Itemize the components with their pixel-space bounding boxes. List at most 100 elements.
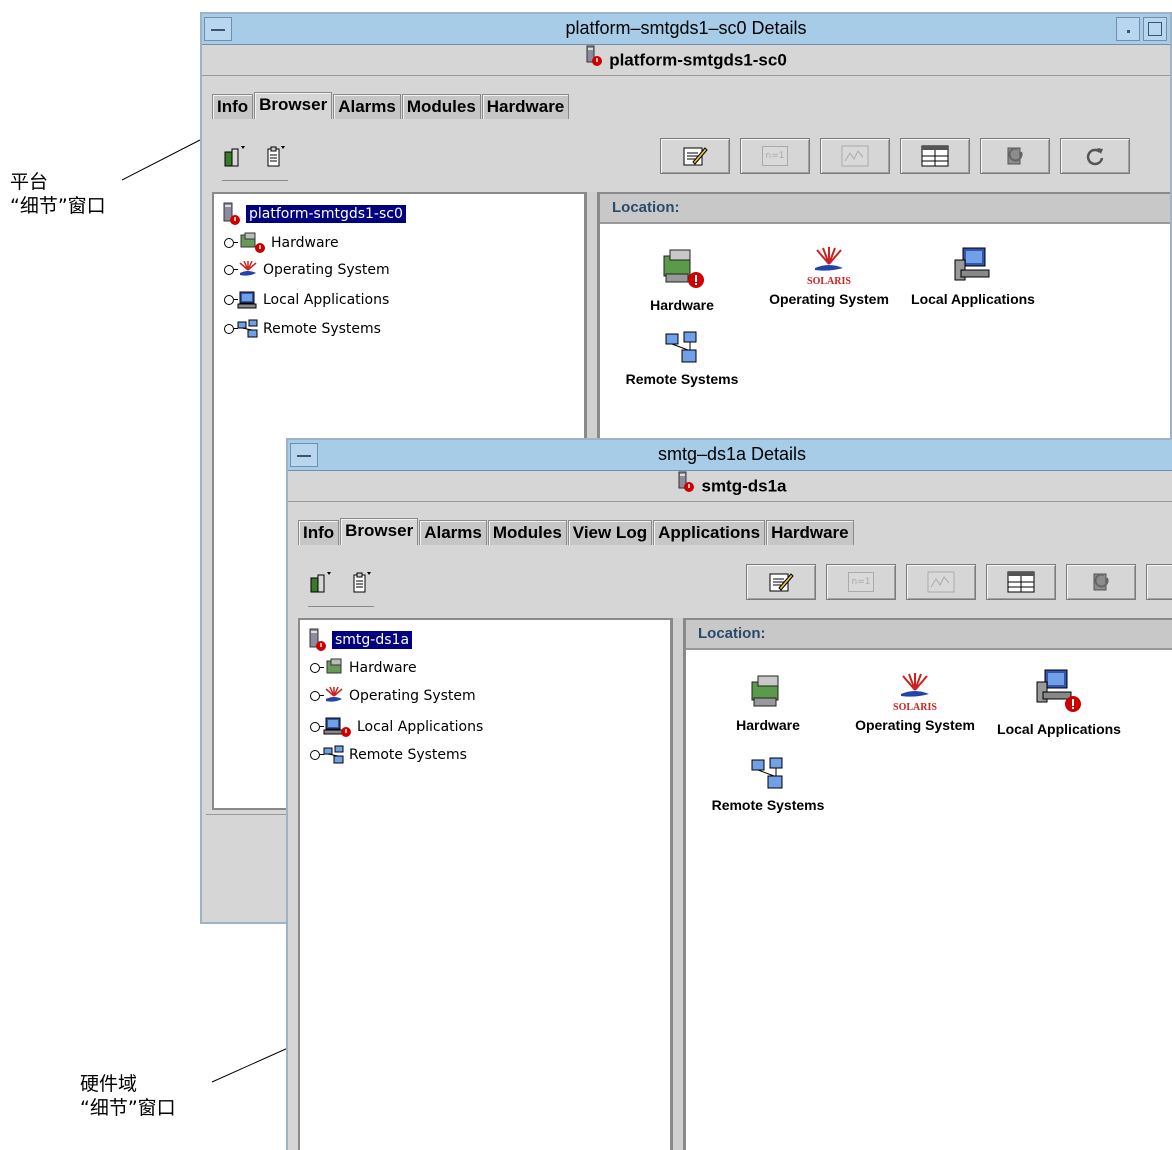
tab-bar: Info Browser Alarms Modules View Log App…	[298, 518, 855, 546]
hardware-icon	[751, 675, 779, 707]
expand-icon[interactable]	[310, 691, 324, 701]
tab-alarms[interactable]: Alarms	[333, 94, 401, 119]
hardware-alarm-icon	[663, 249, 704, 288]
tree-node-operating-system[interactable]: Operating System	[310, 687, 476, 705]
tab-browser[interactable]: Browser	[340, 518, 419, 545]
detail-item-label: Hardware	[650, 297, 714, 313]
tree-node-hardware[interactable]: Hardware	[224, 232, 339, 254]
expand-icon[interactable]	[224, 324, 238, 334]
expand-icon[interactable]	[310, 750, 324, 760]
panel-splitter[interactable]	[672, 618, 684, 1150]
view-toolbar	[222, 144, 288, 181]
graph-icon	[841, 145, 869, 167]
hardware-icon	[326, 658, 342, 674]
details-panel: Location: Hardware SOLARIS Operating Sys…	[684, 618, 1172, 1150]
solaris-logo-icon: SOLARIS	[893, 673, 937, 713]
server-alarm-icon	[309, 628, 326, 651]
tree-root-label: smtg-ds1a	[332, 631, 413, 649]
solaris-logo-text: SOLARIS	[807, 276, 851, 286]
tree-node-local-applications[interactable]: Local Applications	[310, 716, 483, 738]
tab-bar: Info Browser Alarms Modules Hardware	[212, 92, 570, 120]
tree-node-remote-systems[interactable]: Remote Systems	[310, 745, 467, 765]
compare-n1-button[interactable]: n=1	[826, 564, 896, 600]
edit-button[interactable]	[746, 564, 816, 600]
expand-icon[interactable]	[224, 238, 238, 248]
tree-node-hardware[interactable]: Hardware	[310, 658, 417, 678]
detail-item-label: Remote Systems	[711, 797, 825, 813]
expand-icon[interactable]	[310, 722, 324, 732]
window-titlebar[interactable]: platform–smtgds1–sc0 Details	[202, 14, 1170, 45]
remote-systems-icon	[751, 757, 783, 789]
tree-node-local-applications[interactable]: Local Applications	[224, 290, 389, 310]
local-applications-alarm-icon	[323, 717, 351, 737]
expand-icon[interactable]	[224, 265, 238, 275]
edit-button[interactable]	[660, 138, 730, 174]
view-hierarchy-icon[interactable]	[222, 144, 248, 174]
local-applications-icon	[237, 291, 257, 309]
expand-icon[interactable]	[224, 295, 238, 305]
tab-info[interactable]: Info	[212, 94, 254, 119]
detail-item-operating-system[interactable]: SOLARIS Operating System	[762, 246, 896, 307]
remote-systems-icon	[237, 319, 258, 338]
tab-modules[interactable]: Modules	[401, 94, 481, 119]
minimize-button[interactable]	[1116, 17, 1140, 41]
tree-node-remote-systems[interactable]: Remote Systems	[224, 319, 381, 339]
action-toolbar: n=1	[660, 138, 1130, 174]
view-hierarchy-icon[interactable]	[308, 570, 334, 600]
server-alarm-icon	[585, 45, 603, 77]
view-toolbar	[308, 570, 374, 607]
solaris-logo-text: SOLARIS	[893, 702, 937, 712]
reload-icon	[1086, 148, 1104, 166]
object-header: smtg-ds1a	[288, 471, 1172, 502]
refresh-tree-icon	[1007, 147, 1023, 165]
detail-item-label: Remote Systems	[625, 371, 739, 387]
action-toolbar: n=1	[746, 564, 1172, 600]
window-titlebar[interactable]: smtg–ds1a Details	[288, 440, 1172, 471]
graph-button[interactable]	[906, 564, 976, 600]
object-name: platform-smtgds1-sc0	[609, 50, 787, 70]
detail-item-remote-systems[interactable]: Remote Systems	[618, 330, 746, 387]
view-list-icon[interactable]	[262, 144, 288, 174]
tree-node-label: Hardware	[271, 235, 339, 251]
tab-modules[interactable]: Modules	[487, 520, 567, 545]
table-view-button[interactable]	[986, 564, 1056, 600]
detail-item-local-applications[interactable]: Local Applications	[902, 246, 1044, 307]
location-header: Location:	[686, 620, 1172, 650]
table-view-button[interactable]	[900, 138, 970, 174]
maximize-button[interactable]	[1143, 17, 1167, 41]
detail-item-local-applications[interactable]: Local Applications	[988, 668, 1130, 737]
tab-hardware[interactable]: Hardware	[481, 94, 570, 119]
tab-browser[interactable]: Browser	[254, 92, 333, 119]
reload-button[interactable]	[1060, 138, 1130, 174]
detail-item-label: Local Applications	[911, 291, 1035, 307]
tab-applications[interactable]: Applications	[653, 520, 766, 545]
detail-item-remote-systems[interactable]: Remote Systems	[704, 756, 832, 813]
refresh-tree-icon	[1093, 573, 1109, 591]
tab-alarms[interactable]: Alarms	[419, 520, 487, 545]
expand-icon[interactable]	[310, 663, 324, 673]
refresh-tree-button[interactable]	[980, 138, 1050, 174]
reload-button[interactable]	[1146, 564, 1172, 600]
edit-icon	[769, 573, 794, 592]
compare-n1-button[interactable]: n=1	[740, 138, 810, 174]
browser-tree-panel: smtg-ds1a Hardware Operating System Loca…	[298, 618, 672, 1150]
tree-root-node[interactable]: smtg-ds1a	[308, 628, 413, 652]
tree-root-label: platform-smtgds1-sc0	[246, 205, 406, 223]
compare-n1-icon: n=1	[762, 146, 788, 166]
tab-hardware[interactable]: Hardware	[766, 520, 854, 545]
tab-info[interactable]: Info	[298, 520, 340, 545]
solaris-sun-icon	[239, 261, 257, 276]
detail-item-hardware[interactable]: Hardware	[730, 672, 806, 733]
tree-node-label: Operating System	[349, 688, 476, 704]
tree-node-operating-system[interactable]: Operating System	[224, 261, 390, 279]
local-applications-alarm-icon	[1036, 669, 1081, 712]
graph-icon	[927, 571, 955, 593]
tree-root-node[interactable]: platform-smtgds1-sc0	[222, 202, 406, 226]
server-alarm-icon	[223, 202, 240, 225]
tab-view-log[interactable]: View Log	[567, 520, 653, 545]
graph-button[interactable]	[820, 138, 890, 174]
refresh-tree-button[interactable]	[1066, 564, 1136, 600]
view-list-icon[interactable]	[348, 570, 374, 600]
detail-item-hardware[interactable]: Hardware	[644, 246, 720, 313]
detail-item-operating-system[interactable]: SOLARIS Operating System	[848, 672, 982, 733]
